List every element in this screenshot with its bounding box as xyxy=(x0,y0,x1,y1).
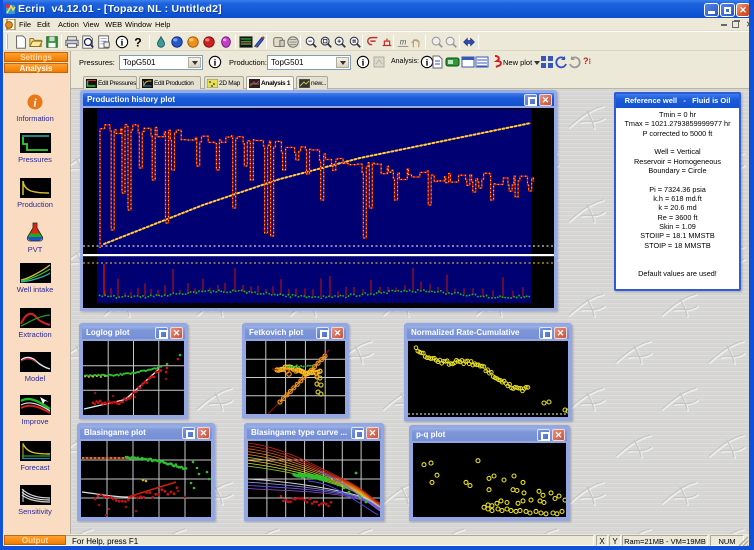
svg-text:i: i xyxy=(362,58,365,69)
svg-text:m: m xyxy=(400,38,407,47)
svg-text:i: i xyxy=(121,38,124,49)
svg-text:i: i xyxy=(214,58,217,69)
svg-text:?: ? xyxy=(134,35,141,49)
svg-text:i: i xyxy=(426,58,429,69)
